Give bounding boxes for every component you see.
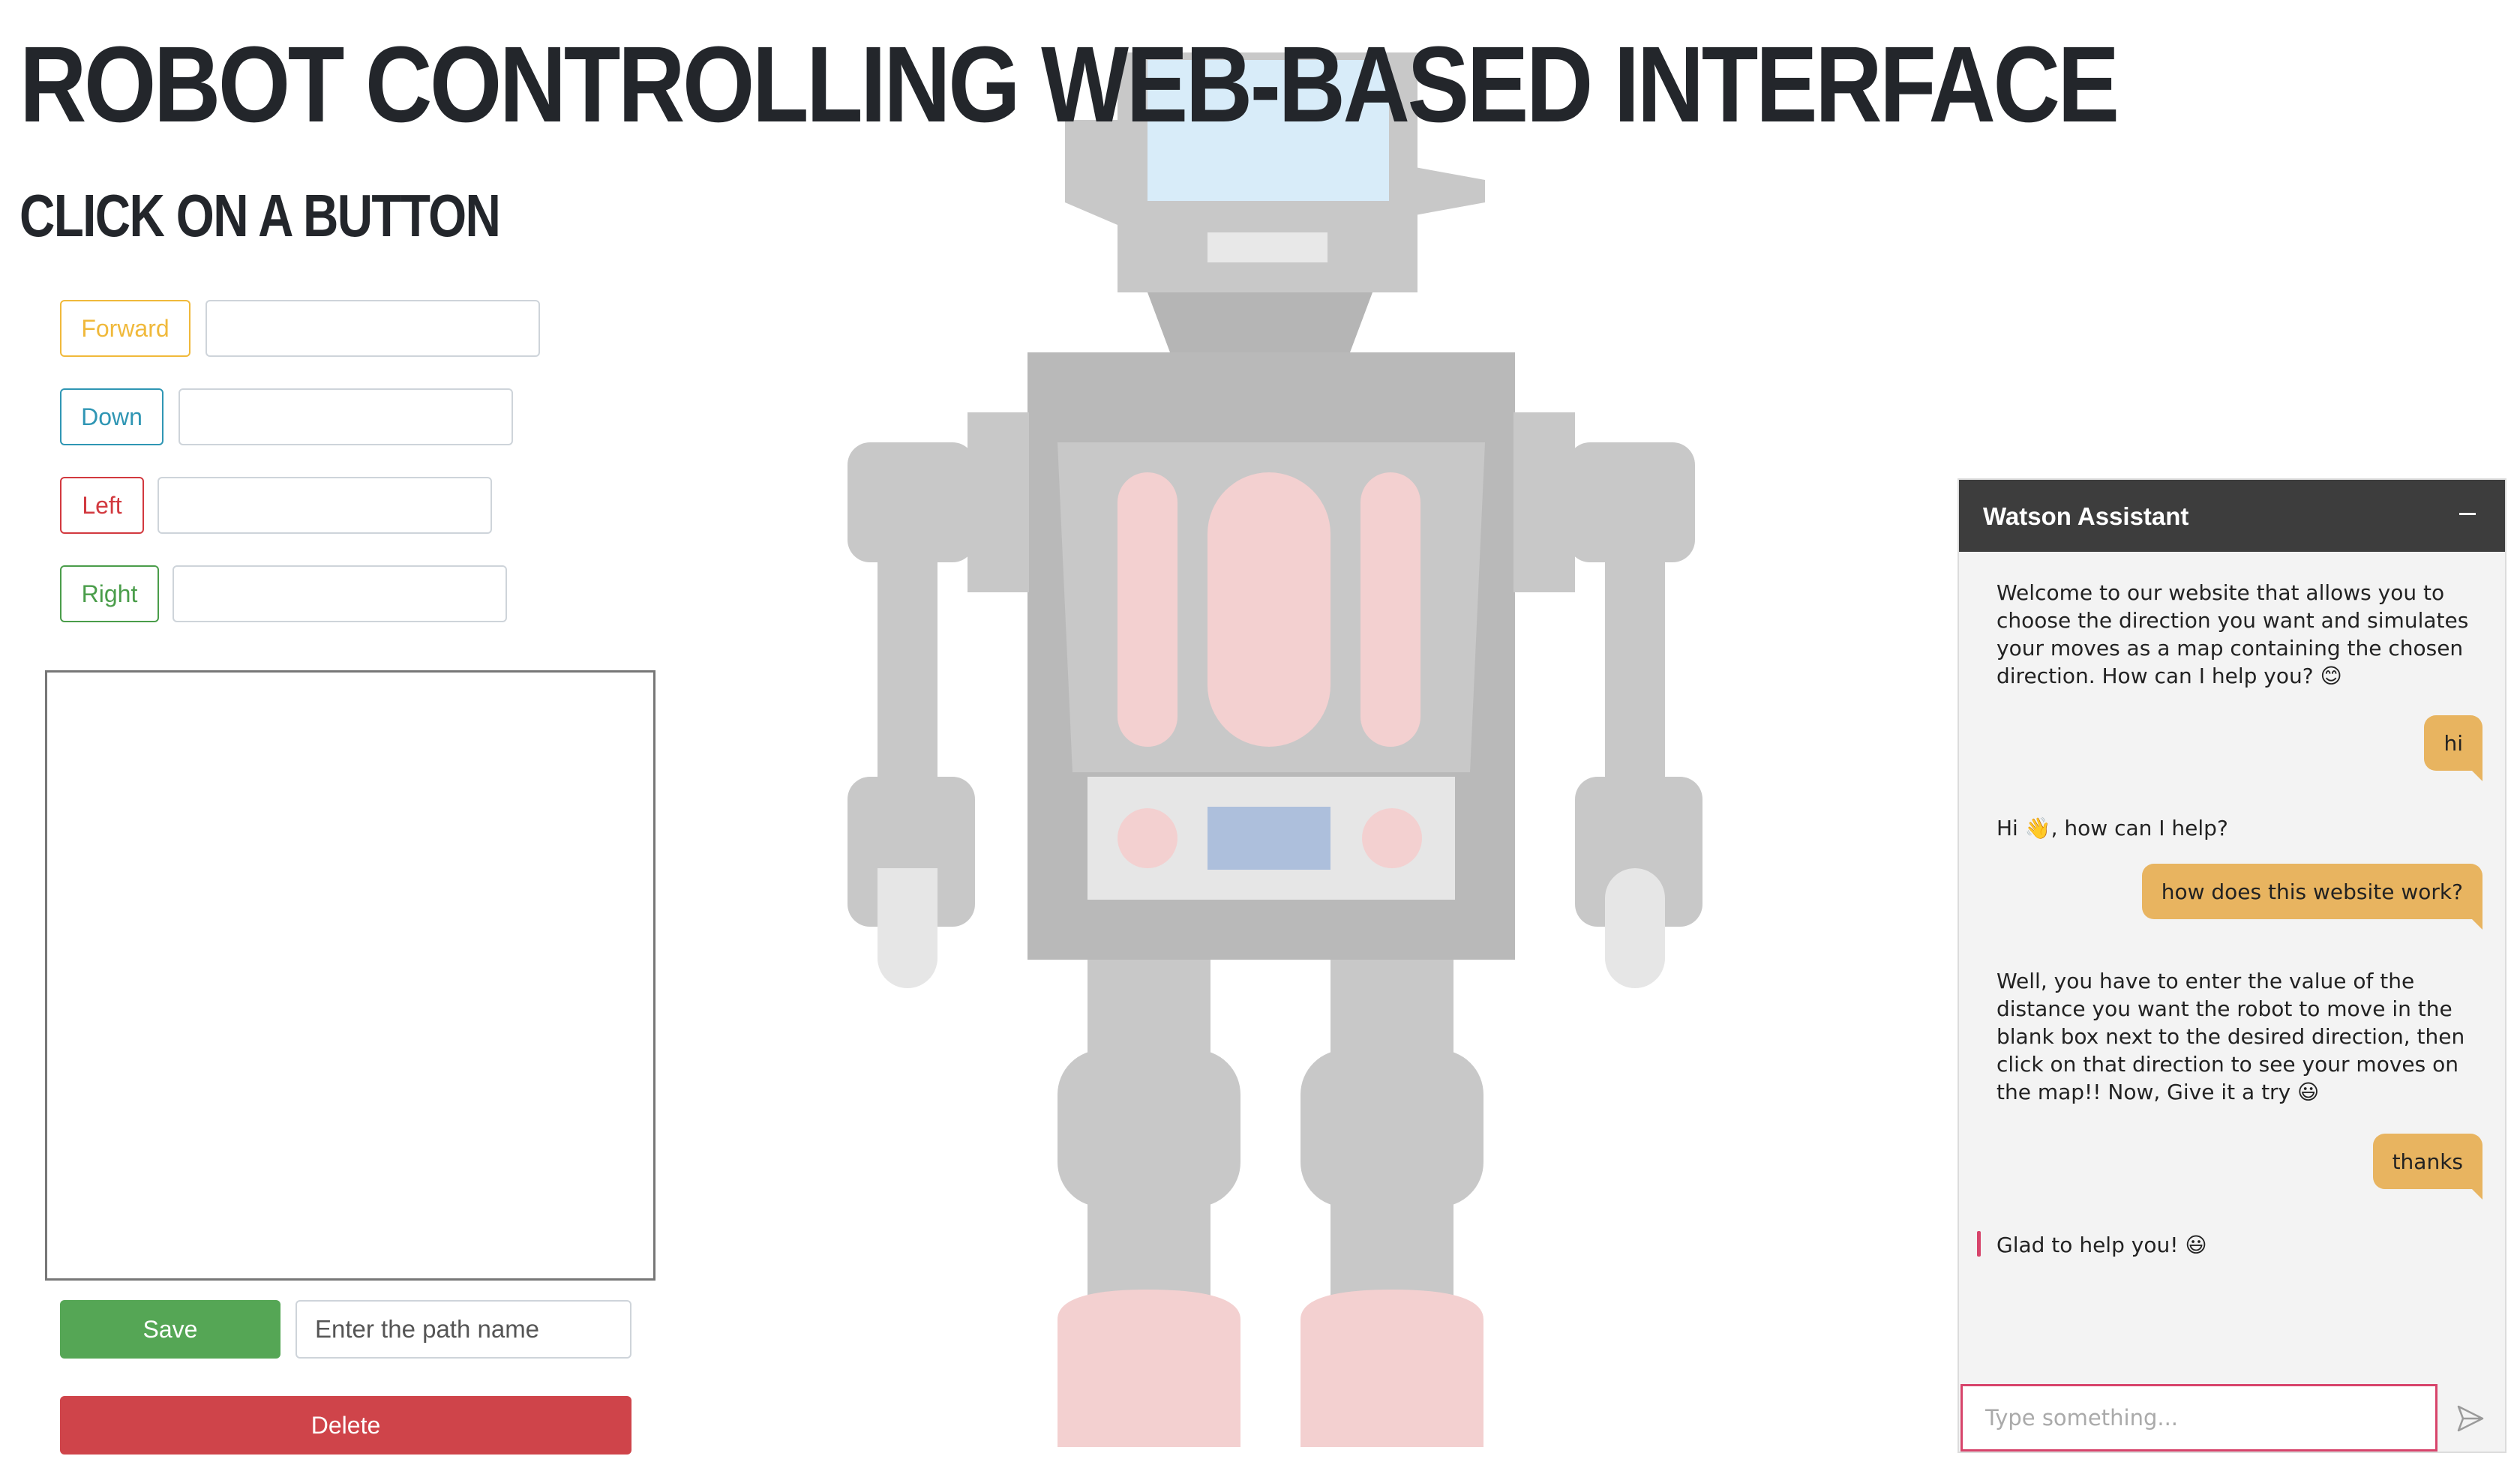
bot-message: Glad to help you! 😃	[1996, 1233, 2207, 1257]
down-distance-input[interactable]	[178, 388, 513, 445]
path-map-canvas[interactable]	[45, 670, 656, 1281]
chat-input[interactable]	[1963, 1386, 2435, 1449]
new-message-indicator	[1977, 1231, 1981, 1257]
user-message: how does this website work?	[2141, 864, 2483, 930]
path-name-field[interactable]	[296, 1300, 632, 1359]
forward-distance-input[interactable]	[206, 300, 540, 357]
bot-message: Hi 👋, how can I help?	[1996, 816, 2228, 840]
send-icon[interactable]	[2448, 1396, 2493, 1441]
chat-widget: Watson Assistant Welcome to our website …	[1958, 478, 2506, 1453]
page-subtitle: Click on a button	[20, 182, 501, 249]
chat-header: Watson Assistant	[1959, 480, 2505, 552]
path-name-input[interactable]	[297, 1302, 630, 1357]
delete-button[interactable]: Delete	[60, 1396, 632, 1455]
user-message: hi	[2424, 715, 2482, 781]
left-distance-input[interactable]	[158, 477, 492, 534]
bot-message: Well, you have to enter the value of the…	[1996, 969, 2465, 1104]
forward-button[interactable]: Forward	[60, 300, 190, 357]
minus-icon[interactable]	[2450, 493, 2486, 535]
right-button[interactable]: Right	[60, 565, 159, 622]
robot-illustration	[848, 52, 1702, 1447]
save-button[interactable]: Save	[60, 1300, 280, 1359]
chat-title: Watson Assistant	[1983, 502, 2189, 530]
chat-input-field[interactable]	[1960, 1384, 2438, 1452]
page-title: Robot controlling web-based interface	[20, 24, 2120, 145]
down-button[interactable]: Down	[60, 388, 164, 445]
bot-message: Welcome to our website that allows you t…	[1996, 580, 2469, 688]
left-button[interactable]: Left	[60, 477, 144, 534]
right-distance-input[interactable]	[172, 565, 507, 622]
user-message: thanks	[2372, 1134, 2483, 1200]
